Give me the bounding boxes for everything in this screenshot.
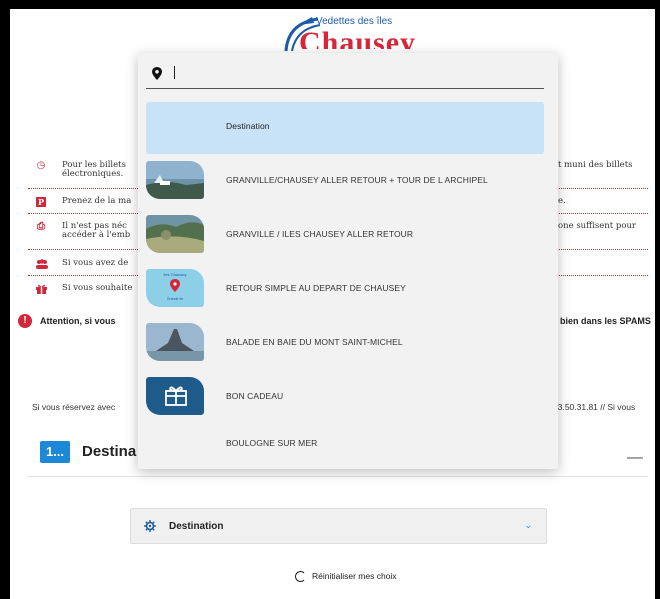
info-text-right: one suffisent pour — [558, 221, 636, 231]
helm-icon — [144, 520, 156, 532]
thumb-map-title: Iles Chausey — [163, 272, 186, 277]
alert-icon: ! — [18, 314, 32, 328]
option-label: BOULOGNE SUR MER — [226, 438, 318, 448]
reset-label: Réinitialiser mes choix — [312, 571, 397, 581]
location-pin-icon — [152, 67, 162, 80]
page: Vedettes des îles Chausey ◷ Pour les bil… — [10, 9, 655, 599]
text-cursor — [174, 66, 175, 79]
divider — [28, 476, 648, 477]
search-input[interactable] — [180, 63, 520, 83]
printer-icon: ⎙ — [37, 221, 45, 232]
dropdown-option[interactable]: Iles Chausey Grande île RETOUR SIMPLE AU… — [146, 264, 544, 316]
search-row — [146, 59, 544, 89]
dropdown-option[interactable]: BON CADEAU — [146, 372, 544, 424]
attention-text: Attention, si vous — [40, 316, 116, 326]
clock-icon: ◷ — [36, 160, 46, 171]
reservation-text-right: 33.50.31.81 // Si vous — [553, 402, 636, 412]
option-label: GRANVILLE / ILES CHAUSEY ALLER RETOUR — [226, 229, 414, 239]
info-text: Il n'est pas néc accéder à l'emb — [62, 221, 131, 240]
option-label: BON CADEAU — [226, 391, 284, 401]
logo-name: Chausey — [299, 26, 417, 49]
reset-button[interactable]: Réinitialiser mes choix — [295, 571, 397, 583]
option-thumbnail: Iles Chausey Grande île — [146, 269, 204, 307]
option-thumbnail — [146, 215, 204, 253]
info-text-right: t muni des billets — [558, 160, 633, 170]
dropdown-option[interactable]: BALADE EN BAIE DU MONT SAINT-MICHEL — [146, 318, 544, 370]
step-title: Destina — [82, 443, 137, 460]
info-text: Pour les billets électroniques. — [62, 160, 126, 179]
info-text: Si vous avez de — [62, 258, 129, 268]
option-thumbnail — [146, 377, 204, 415]
option-label: Destination — [226, 121, 270, 131]
dropdown-option[interactable]: BOULOGNE SUR MER — [146, 419, 544, 471]
destination-dropdown: Destination GRANVILLE/CHAUSEY ALLER RETO… — [138, 53, 558, 469]
group-icon — [36, 259, 48, 269]
info-text-right: e. — [558, 196, 566, 206]
destination-select-label: Destination — [169, 521, 224, 532]
thumb-map-subtitle: Grande île — [167, 297, 183, 301]
refresh-icon — [295, 571, 306, 583]
reservation-text: Si vous réservez avec — [32, 402, 116, 412]
attention-text-right: bien dans les SPAMS — [560, 316, 651, 326]
destination-select[interactable]: Destination ⌄ — [130, 508, 547, 544]
step-number-badge: 1... — [40, 441, 70, 463]
collapse-button[interactable]: — — [627, 449, 643, 467]
chevron-down-icon: ⌄ — [524, 520, 532, 530]
option-label: RETOUR SIMPLE AU DEPART DE CHAUSEY — [226, 283, 406, 293]
option-label: BALADE EN BAIE DU MONT SAINT-MICHEL — [226, 337, 403, 347]
dropdown-option[interactable]: Destination — [146, 102, 544, 154]
option-label: GRANVILLE/CHAUSEY ALLER RETOUR + TOUR DE… — [226, 175, 488, 185]
gift-icon — [36, 284, 47, 294]
option-thumbnail — [146, 323, 204, 361]
dropdown-option[interactable]: GRANVILLE/CHAUSEY ALLER RETOUR + TOUR DE… — [146, 156, 544, 208]
dropdown-option[interactable]: GRANVILLE / ILES CHAUSEY ALLER RETOUR — [146, 210, 544, 262]
info-text: Si vous souhaite — [62, 283, 133, 293]
parking-icon: P — [36, 197, 46, 207]
option-thumbnail — [146, 161, 204, 199]
info-text: Prenez de la ma — [62, 196, 132, 206]
